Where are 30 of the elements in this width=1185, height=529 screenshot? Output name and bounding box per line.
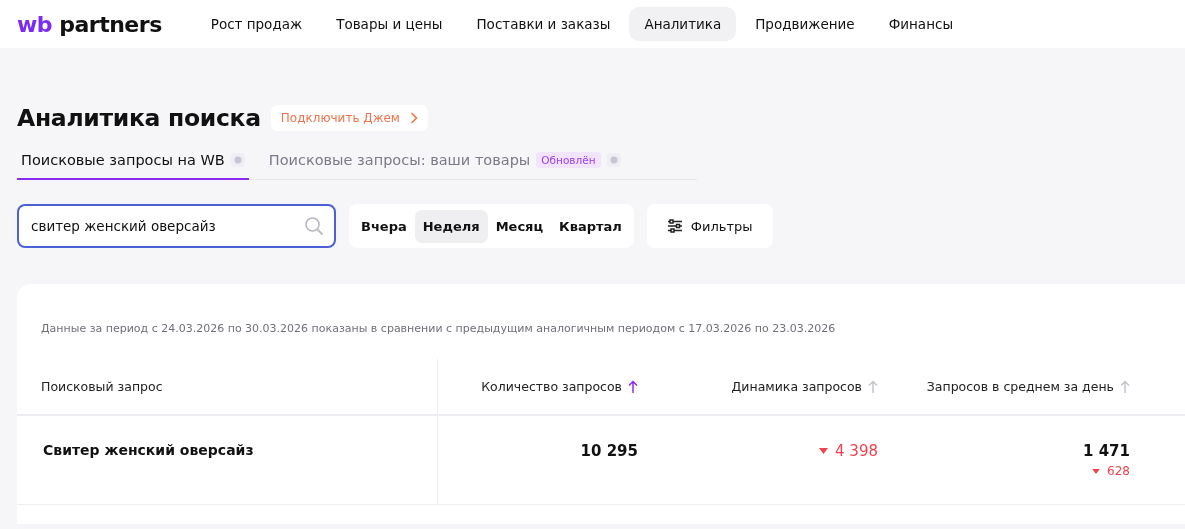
daily-change: 628 xyxy=(1107,464,1130,478)
column-header[interactable]: Динамика запросов xyxy=(731,379,862,394)
query-cell: Свитер женский оверсайз xyxy=(43,442,254,458)
nav-item[interactable]: Финансы xyxy=(873,7,969,41)
column-header: Поисковый запрос xyxy=(41,379,163,394)
filters-button[interactable]: Фильтры xyxy=(646,204,773,248)
period-option[interactable]: Квартал xyxy=(551,209,630,243)
nav-item[interactable]: Рост продаж xyxy=(195,7,318,41)
count-cell: 10 295 xyxy=(580,442,638,460)
sliders-icon xyxy=(666,219,683,233)
updated-badge: Обновлён xyxy=(536,152,601,168)
tab[interactable]: Поисковые запросы на WB xyxy=(17,152,249,180)
nav-item[interactable]: Продвижение xyxy=(740,7,870,41)
logo[interactable]: wb partners xyxy=(17,11,162,37)
chevron-right-icon xyxy=(409,112,418,124)
search-field[interactable]: свитер женский оверсайз xyxy=(17,204,336,248)
period-option[interactable]: Неделя xyxy=(414,209,488,243)
page-title: Аналитика поиска xyxy=(17,104,261,132)
daily-average-cell: 1 471 xyxy=(1083,442,1130,460)
nav-item[interactable]: Товары и цены xyxy=(321,7,458,41)
nav-item[interactable]: Поставки и заказы xyxy=(461,7,626,41)
column-header[interactable]: Запросов в среднем за день xyxy=(926,379,1114,394)
period-option[interactable]: Месяц xyxy=(487,209,552,243)
column-header[interactable]: Количество запросов xyxy=(481,379,622,394)
dynamics-value: 4 398 xyxy=(835,442,878,460)
nav-item[interactable]: Аналитика xyxy=(629,7,737,41)
period-option[interactable]: Вчера xyxy=(353,209,415,243)
sort-arrow-icon[interactable] xyxy=(628,379,638,394)
search-icon xyxy=(304,216,324,236)
period-note: Данные за период с 24.03.2026 по 30.03.2026 показаны в сравнении с предыдущим аналогичным периодом с 17.03.2026 по 23.03.2026 xyxy=(41,322,837,335)
